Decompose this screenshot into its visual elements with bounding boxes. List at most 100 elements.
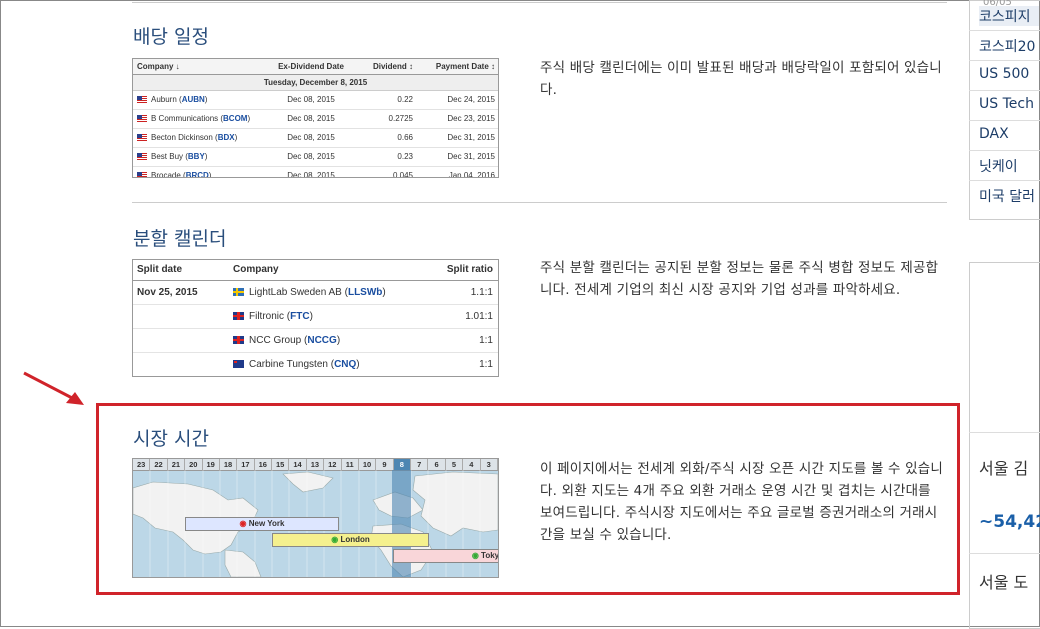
table-row[interactable]: Auburn (AUBN) Dec 08, 2015 0.22 Dec 24, 201…	[133, 91, 498, 110]
hour-label: 11	[342, 459, 359, 470]
sidebar-item-dax[interactable]: DAX	[979, 126, 1009, 142]
hour-label: 3	[481, 459, 498, 470]
ticker-link[interactable]: BDX	[218, 133, 235, 142]
dividend-cell: 0.2725	[388, 114, 413, 123]
dividend-table-header: Company ↓ Ex-Dividend Date Dividend ↕ Pa…	[133, 59, 498, 75]
hour-label: 13	[307, 459, 325, 470]
hour-label: 12	[324, 459, 342, 470]
hour-label: 19	[203, 459, 220, 470]
hour-label: 10	[359, 459, 377, 470]
hour-label: 23	[133, 459, 151, 470]
right-sidebar: 06/05 코스피지 코스피20 US 500 US Tech DAX 닛케이 …	[969, 0, 1040, 629]
ex-date-cell: Dec 08, 2015	[287, 152, 335, 161]
col-company: Company ↓	[137, 62, 180, 71]
divider	[132, 2, 947, 3]
hour-label: 22	[150, 459, 168, 470]
sidebar-item-us-tech[interactable]: US Tech	[979, 96, 1034, 112]
dividend-cell: 0.23	[397, 152, 413, 161]
payment-date-cell: Dec 24, 2015	[447, 95, 495, 104]
col-split-ratio: Split ratio	[446, 264, 493, 275]
price-value: ~54,42	[979, 512, 1040, 532]
table-row[interactable]: NCC Group (NCCG) 1:1	[133, 329, 498, 353]
ticker-link[interactable]: AUBN	[182, 95, 205, 104]
col-split-date: Split date	[137, 264, 183, 275]
ticker-link[interactable]: BCOM	[223, 114, 247, 123]
col-dividend: Dividend ↕	[372, 62, 413, 71]
split-title[interactable]: 분할 캘린더	[133, 224, 226, 251]
table-row[interactable]: B Communications (BCOM) Dec 08, 2015 0.272…	[133, 110, 498, 129]
market-hours-title[interactable]: 시장 시간	[133, 424, 209, 451]
table-row[interactable]: Nov 25, 2015 LightLab Sweden AB (LLSWb) 1.…	[133, 281, 498, 305]
split-table-header: Split date Company Split ratio	[133, 260, 498, 281]
ticker-link[interactable]: LLSWb	[348, 287, 382, 298]
split-ratio-cell: 1:1	[479, 359, 493, 370]
company-name: Auburn	[151, 95, 177, 104]
market-bar-london[interactable]: ◉ London	[272, 533, 429, 547]
ticker-link[interactable]: FTC	[290, 311, 309, 322]
table-row[interactable]: Becton Dickinson (BDX) Dec 08, 2015 0.66 De…	[133, 129, 498, 148]
split-table-preview[interactable]: Split date Company Split ratio Nov 25, 2…	[132, 259, 499, 377]
company-name: B Communications	[151, 114, 219, 123]
dividend-description: 주식 배당 캘린더에는 이미 발표된 배당과 배당락일이 포함되어 있습니다.	[540, 60, 942, 98]
split-ratio-cell: 1.1:1	[470, 287, 493, 298]
divider	[132, 202, 947, 203]
table-row[interactable]: Carbine Tungsten (CNQ) 1:1	[133, 353, 498, 376]
table-row[interactable]: Brocade (BRCD) Dec 08, 2015 0.045 Jan 04, 2…	[133, 167, 498, 178]
us-flag-icon	[137, 134, 147, 142]
table-row[interactable]: Best Buy (BBY) Dec 08, 2015 0.23 Dec 31, 20…	[133, 148, 498, 167]
ex-date-cell: Dec 08, 2015	[287, 95, 335, 104]
sidebar-item-usd[interactable]: 미국 달러	[979, 186, 1035, 206]
table-row[interactable]: Filtronic (FTC) 1.01:1	[133, 305, 498, 329]
market-bar-new-york[interactable]: ◉ New York	[185, 517, 339, 531]
dividend-cell: 0.66	[397, 133, 413, 142]
company-cell: Becton Dickinson (BDX)	[133, 129, 267, 147]
split-date-cell	[133, 305, 233, 328]
ticker-link[interactable]: CNQ	[334, 359, 356, 370]
market-label: Tokyo	[481, 551, 499, 560]
company-cell: NCC Group (NCCG)	[233, 329, 433, 352]
company-cell: Filtronic (FTC)	[233, 305, 433, 328]
us-flag-icon	[137, 172, 147, 177]
ex-date-cell: Dec 08, 2015	[287, 114, 335, 123]
dividend-table-preview[interactable]: Company ↓ Ex-Dividend Date Dividend ↕ Pa…	[132, 58, 499, 178]
market-bar-tokyo[interactable]: ◉ Tokyo	[393, 549, 499, 563]
sidebar-item-kospi[interactable]: 코스피지	[979, 6, 1039, 26]
payment-date-cell: Dec 23, 2015	[447, 114, 495, 123]
market-label: New York	[248, 519, 285, 528]
market-hours-map-preview[interactable]: 23 22 21 20 19 18 17 16 15 14 13 12 11 10 9 8 7 6 5 4 3 ◉ Ne…	[132, 458, 499, 578]
dividend-date-row: Tuesday, December 8, 2015	[133, 75, 498, 91]
dividend-title[interactable]: 배당 일정	[133, 22, 209, 49]
company-name: Carbine Tungsten	[249, 359, 328, 370]
company-name: Brocade	[151, 171, 181, 178]
seoul-label-2: 서울 도	[979, 573, 1029, 592]
red-arrow-icon	[23, 371, 84, 405]
ticker-link[interactable]: BBY	[188, 152, 205, 161]
hour-label: 7	[411, 459, 429, 470]
gb-flag-icon	[233, 312, 244, 321]
ticker-link[interactable]: NCCG	[307, 335, 336, 346]
dividend-cell: 0.22	[397, 95, 413, 104]
ex-date-cell: Dec 08, 2015	[287, 133, 335, 142]
company-cell: Best Buy (BBY)	[133, 148, 267, 166]
company-cell: Carbine Tungsten (CNQ)	[233, 353, 433, 376]
col-company: Company	[233, 264, 279, 275]
split-date-cell	[133, 329, 233, 352]
us-flag-icon	[137, 96, 147, 104]
hour-label: 20	[185, 459, 203, 470]
split-ratio-cell: 1.01:1	[465, 311, 493, 322]
company-cell: Auburn (AUBN)	[133, 91, 267, 109]
col-ex-date: Ex-Dividend Date	[278, 62, 344, 71]
sidebar-item-us500[interactable]: US 500	[979, 66, 1029, 82]
sidebar-item-nikkei[interactable]: 닛케이	[979, 156, 1018, 176]
hour-label: 17	[237, 459, 255, 470]
sidebar-item-kospi200[interactable]: 코스피20	[979, 36, 1035, 56]
dividend-cell: 0.045	[392, 171, 413, 178]
company-name: Filtronic	[249, 311, 285, 322]
col-payment-date: Payment Date ↕	[435, 62, 495, 71]
au-flag-icon	[233, 360, 244, 369]
ticker-link[interactable]: BRCD	[186, 171, 209, 177]
company-cell: LightLab Sweden AB (LLSWb)	[233, 281, 433, 304]
split-ratio-cell: 1:1	[479, 335, 493, 346]
company-cell: Brocade (BRCD)	[133, 167, 267, 178]
seoul-label: 서울 김	[979, 459, 1029, 478]
